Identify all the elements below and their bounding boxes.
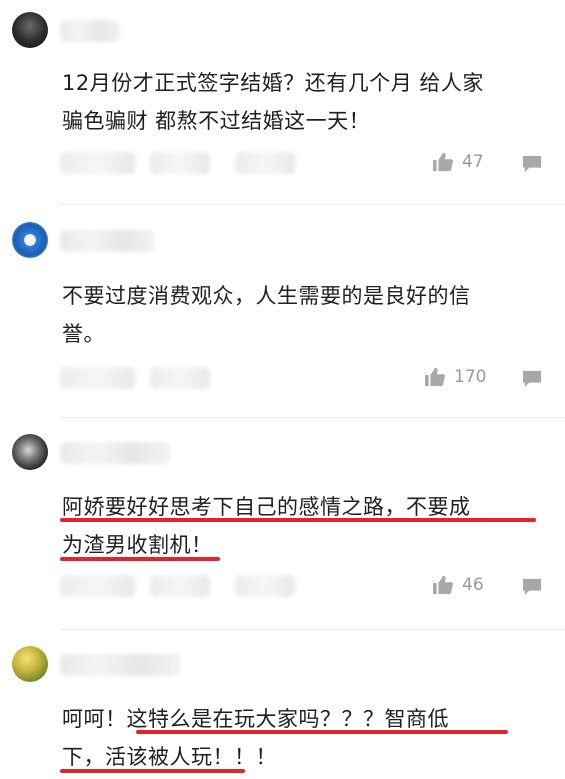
comment-text-line: 骗色骗财 都熬不过结婚这一天！ bbox=[62, 109, 371, 133]
thumbs-up-icon bbox=[425, 367, 445, 387]
comment-text-line: 不要过度消费观众，人生需要的是良好的信 bbox=[62, 284, 471, 308]
user-avatar[interactable] bbox=[12, 12, 48, 48]
comment-item: 不要过度消费观众，人生需要的是良好的信 誉。 170 bbox=[0, 205, 565, 418]
like-count: 46 bbox=[462, 575, 484, 595]
username-blurred[interactable] bbox=[60, 654, 180, 676]
user-avatar[interactable] bbox=[12, 434, 48, 470]
username-blurred[interactable] bbox=[60, 20, 120, 42]
highlight-underline bbox=[60, 557, 220, 561]
timestamp-blurred bbox=[60, 152, 135, 174]
thumbs-up-icon bbox=[433, 575, 453, 595]
user-avatar[interactable] bbox=[12, 646, 48, 682]
like-count: 170 bbox=[454, 367, 487, 387]
like-count: 47 bbox=[462, 152, 484, 172]
comment-text-line: 12月份才正式签字结婚？还有几个月 给人家 bbox=[62, 71, 484, 95]
comment-bubble-icon[interactable] bbox=[521, 154, 543, 174]
comment-item: 12月份才正式签字结婚？还有几个月 给人家 骗色骗财 都熬不过结婚这一天！ 47 bbox=[0, 0, 565, 205]
comment-item: 阿娇要好好思考下自己的感情之路，不要成 为渣男收割机！ 46 bbox=[0, 418, 565, 630]
location-blurred bbox=[150, 575, 210, 597]
comment-bubble-icon[interactable] bbox=[521, 369, 543, 389]
comment-text: 不要过度消费观众，人生需要的是良好的信 誉。 bbox=[62, 277, 552, 353]
comment-bubble-icon[interactable] bbox=[521, 577, 543, 597]
highlight-underline bbox=[136, 730, 508, 734]
timestamp-blurred bbox=[60, 367, 135, 389]
comment-text-line: 誉。 bbox=[62, 322, 105, 346]
location-blurred bbox=[150, 152, 210, 174]
like-button[interactable]: 47 bbox=[432, 152, 484, 172]
thumbs-up-icon bbox=[433, 152, 453, 172]
like-button[interactable]: 170 bbox=[424, 367, 486, 387]
comment-text: 阿娇要好好思考下自己的感情之路，不要成 为渣男收割机！ bbox=[62, 488, 552, 564]
highlight-underline bbox=[60, 518, 536, 522]
highlight-underline bbox=[60, 769, 245, 773]
reply-link-blurred bbox=[235, 575, 295, 597]
location-blurred bbox=[150, 367, 210, 389]
like-button[interactable]: 46 bbox=[432, 575, 484, 595]
comment-item: 呵呵！这特么是在玩大家吗？？？智商低 下，活该被人玩！！！ bbox=[0, 630, 565, 779]
timestamp-blurred bbox=[60, 575, 135, 597]
comment-text: 12月份才正式签字结婚？还有几个月 给人家 骗色骗财 都熬不过结婚这一天！ bbox=[62, 64, 552, 140]
username-blurred[interactable] bbox=[60, 442, 170, 464]
username-blurred[interactable] bbox=[60, 230, 155, 252]
reply-link-blurred bbox=[235, 152, 295, 174]
user-avatar[interactable] bbox=[12, 222, 48, 258]
comment-text: 呵呵！这特么是在玩大家吗？？？智商低 下，活该被人玩！！！ bbox=[62, 700, 552, 776]
